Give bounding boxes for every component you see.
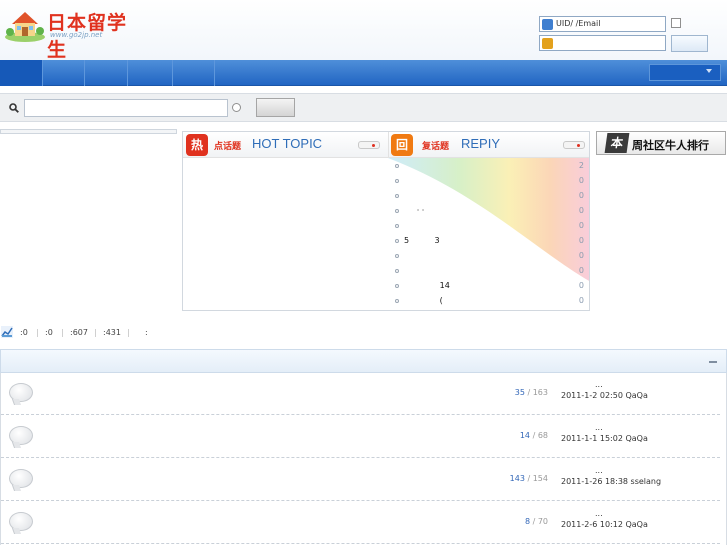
bullet-icon	[395, 224, 399, 228]
hot-topic-header: 热 点话题 HOT TOPIC	[183, 132, 388, 158]
list-item[interactable]: 0	[390, 249, 588, 264]
hot-title-en: HOT TOPIC	[252, 136, 323, 151]
password-field[interactable]	[539, 35, 666, 51]
last-post-title[interactable]: ...	[595, 466, 603, 475]
search-scope-radio[interactable]	[232, 103, 241, 112]
last-post-info[interactable]: 2011-2-6 10:12 QaQa	[561, 520, 648, 529]
site-logo[interactable]: 日本留学生 www.go2jp.net	[4, 6, 134, 61]
list-item[interactable]: (0	[390, 294, 588, 309]
bullet-icon	[395, 179, 399, 183]
nav-item-2[interactable]	[85, 60, 128, 86]
reply-title-cn: 复话题	[422, 142, 450, 152]
forum-stats: :0 | :0 | :607 | :431 | :	[0, 326, 300, 340]
forum-counts: 35 / 163	[514, 388, 548, 397]
reply-title-en: REPIY	[461, 136, 501, 151]
stat-today: :0	[20, 328, 28, 337]
topic-box: 热 点话题 HOT TOPIC 回 复话题 REPIY 2 0 0 · · 0 0…	[182, 131, 590, 311]
nav-item-4[interactable]	[173, 60, 215, 86]
last-post-title[interactable]: ...	[595, 423, 603, 432]
nav-dropdown[interactable]	[649, 64, 721, 81]
bullet-icon	[395, 209, 399, 213]
bullet-icon	[395, 299, 399, 303]
hot-title-cn: 点话题	[214, 142, 242, 152]
stat-newest: :	[145, 328, 148, 337]
search-bar	[0, 93, 727, 122]
forum-bubble-icon	[9, 469, 33, 488]
reply-list: 2 0 0 · · 0 0 5 30 0 0 14 0 (0	[390, 159, 589, 310]
reply-header: 回 复话题 REPIY	[388, 132, 589, 158]
list-item[interactable]: 0	[390, 189, 588, 204]
logo-subtitle: www.go2jp.net	[50, 31, 103, 39]
stat-yesterday: :0	[45, 328, 53, 337]
search-button[interactable]	[256, 98, 295, 117]
bullet-icon	[395, 284, 399, 288]
search-icon	[9, 103, 19, 113]
forum-bubble-icon	[9, 426, 33, 445]
bullet-icon	[395, 269, 399, 273]
last-post-title[interactable]: ...	[595, 380, 603, 389]
list-item[interactable]: 14 0	[390, 279, 588, 294]
bullet-icon	[395, 239, 399, 243]
main-nav	[0, 60, 727, 86]
nav-item-3[interactable]	[128, 60, 173, 86]
last-post-info[interactable]: 2011-1-1 15:02 QaQa	[561, 434, 648, 443]
username-field[interactable]: UID/ /Email	[539, 16, 666, 32]
ranking-header: 本 周社区牛人排行	[596, 131, 726, 155]
list-item[interactable]: 0	[390, 264, 588, 279]
reply-more-button[interactable]	[563, 141, 585, 149]
last-post-title[interactable]: ...	[595, 509, 603, 518]
hot-more-button[interactable]	[358, 141, 380, 149]
ranking-title: 周社区牛人排行	[632, 139, 709, 152]
collapse-icon[interactable]	[709, 361, 717, 363]
house-logo-icon	[5, 12, 45, 42]
hot-badge: 热	[186, 134, 208, 156]
forum-row[interactable]: 143 / 154 ... 2011-1-26 18:38 sselang	[1, 459, 720, 501]
search-input[interactable]	[24, 99, 228, 117]
list-item[interactable]: 0	[390, 219, 588, 234]
nav-item-home[interactable]	[0, 60, 43, 86]
forum-row[interactable]: 35 / 163 ... 2011-1-2 02:50 QaQa	[1, 373, 720, 415]
list-item[interactable]: · · 0	[390, 204, 588, 219]
bullet-icon	[395, 164, 399, 168]
stat-divider: |	[94, 328, 97, 337]
lock-icon	[542, 38, 553, 49]
list-item[interactable]: 0	[390, 174, 588, 189]
stat-divider: |	[36, 328, 39, 337]
site-header: 日本留学生 www.go2jp.net UID/ /Email	[0, 0, 727, 61]
user-icon	[542, 19, 553, 30]
last-post-info[interactable]: 2011-1-26 18:38 sselang	[561, 477, 661, 486]
forum-counts: 143 / 154	[509, 474, 548, 483]
last-post-info[interactable]: 2011-1-2 02:50 QaQa	[561, 391, 648, 400]
chevron-down-icon	[706, 69, 712, 73]
ranking-badge: 本	[604, 133, 630, 153]
forum-counts: 8 / 70	[524, 517, 548, 526]
username-placeholder: UID/ /Email	[556, 19, 601, 28]
bullet-icon	[395, 254, 399, 258]
forum-row[interactable]: 14 / 68 ... 2011-1-1 15:02 QaQa	[1, 416, 720, 458]
stats-chart-icon	[1, 326, 13, 338]
forum-category-header	[0, 349, 727, 373]
bullet-icon	[395, 194, 399, 198]
list-item[interactable]: 5 30	[390, 234, 588, 249]
stat-divider: |	[61, 328, 64, 337]
nav-item-1[interactable]	[43, 60, 85, 86]
forum-counts: 14 / 68	[519, 431, 548, 440]
stat-members: :431	[103, 328, 121, 337]
list-item[interactable]: 2	[390, 159, 588, 174]
left-panel-header	[0, 129, 177, 134]
forum-list: 35 / 163 ... 2011-1-2 02:50 QaQa 14 / 68…	[0, 373, 727, 545]
forum-row[interactable]: 8 / 70 ... 2011-2-6 10:12 QaQa	[1, 502, 720, 544]
remember-checkbox[interactable]	[671, 18, 681, 28]
stat-divider: |	[127, 328, 130, 337]
login-button[interactable]	[671, 35, 708, 52]
stat-posts: :607	[70, 328, 88, 337]
forum-bubble-icon	[9, 383, 33, 402]
forum-bubble-icon	[9, 512, 33, 531]
reply-badge: 回	[391, 134, 413, 156]
